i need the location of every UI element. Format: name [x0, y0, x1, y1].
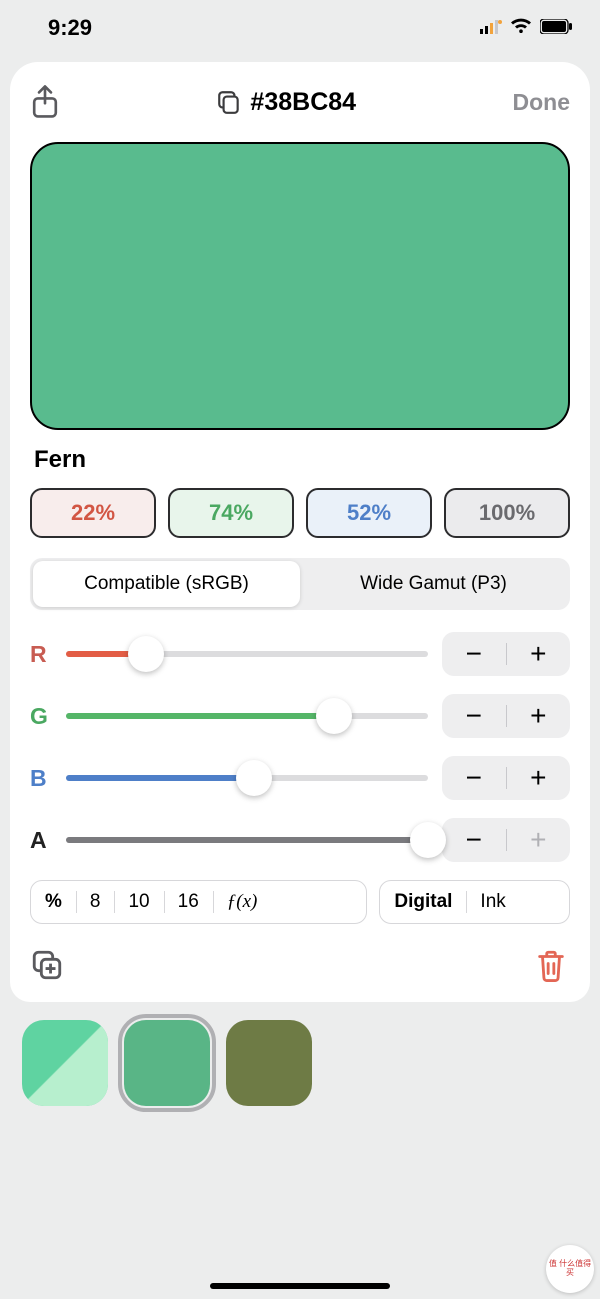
- slider-r-knob[interactable]: [128, 636, 164, 672]
- cellular-icon: [480, 18, 502, 39]
- percent-r[interactable]: 22%: [30, 488, 156, 538]
- stepper-g-minus[interactable]: −: [442, 700, 506, 732]
- palette-swatch-0[interactable]: [22, 1020, 108, 1106]
- format-8[interactable]: 8: [76, 881, 115, 923]
- slider-b-label: B: [30, 765, 52, 792]
- slider-r-label: R: [30, 641, 52, 668]
- color-editor-sheet: #38BC84 Done Fern 22% 74% 52% 100% Compa…: [10, 62, 590, 1002]
- slider-a-knob[interactable]: [410, 822, 446, 858]
- slider-b-knob[interactable]: [236, 760, 272, 796]
- percent-g[interactable]: 74%: [168, 488, 294, 538]
- stepper-b-minus[interactable]: −: [442, 762, 506, 794]
- color-swatch[interactable]: [30, 142, 570, 430]
- stepper-r[interactable]: −+: [442, 632, 570, 676]
- slider-r-track[interactable]: [66, 651, 428, 657]
- wifi-icon: [510, 18, 532, 39]
- stepper-b-plus[interactable]: +: [507, 762, 571, 794]
- stepper-r-minus[interactable]: −: [442, 638, 506, 670]
- duplicate-button[interactable]: [30, 948, 66, 984]
- stepper-a-minus[interactable]: −: [442, 824, 506, 856]
- gamut-segmented[interactable]: Compatible (sRGB) Wide Gamut (P3): [30, 558, 570, 610]
- mode-digital[interactable]: Digital: [380, 881, 466, 923]
- format-16[interactable]: 16: [164, 881, 213, 923]
- stepper-r-plus[interactable]: +: [507, 638, 571, 670]
- stepper-a-plus[interactable]: +: [507, 824, 571, 856]
- action-row: [30, 948, 570, 984]
- slider-r-row: R −+: [30, 632, 570, 676]
- home-indicator[interactable]: [210, 1283, 390, 1289]
- slider-g-track[interactable]: [66, 713, 428, 719]
- status-icons: [480, 18, 572, 39]
- hex-title[interactable]: #38BC84: [216, 88, 356, 117]
- watermark: 值 什么值得买: [546, 1245, 594, 1293]
- format-10[interactable]: 10: [114, 881, 163, 923]
- gamut-wide[interactable]: Wide Gamut (P3): [300, 561, 567, 607]
- slider-b-row: B −+: [30, 756, 570, 800]
- done-button[interactable]: Done: [512, 89, 570, 116]
- stepper-a[interactable]: −+: [442, 818, 570, 862]
- slider-g-knob[interactable]: [316, 698, 352, 734]
- format-fx[interactable]: ƒ(x): [213, 881, 272, 923]
- share-button[interactable]: [30, 84, 60, 120]
- stepper-b[interactable]: −+: [442, 756, 570, 800]
- slider-a-row: A −+: [30, 818, 570, 862]
- copy-icon: [216, 89, 242, 115]
- status-time: 9:29: [48, 15, 92, 41]
- sheet-header: #38BC84 Done: [30, 84, 570, 120]
- delete-button[interactable]: [534, 948, 570, 984]
- percent-b[interactable]: 52%: [306, 488, 432, 538]
- slider-a-label: A: [30, 827, 52, 854]
- format-group[interactable]: % 8 10 16 ƒ(x): [30, 880, 367, 924]
- hex-value: #38BC84: [250, 88, 356, 117]
- color-name: Fern: [34, 446, 570, 474]
- format-percent[interactable]: %: [31, 881, 76, 923]
- format-groups: % 8 10 16 ƒ(x) Digital Ink: [30, 880, 570, 924]
- slider-a-track[interactable]: [66, 837, 428, 843]
- gamut-compatible[interactable]: Compatible (sRGB): [33, 561, 300, 607]
- mode-ink[interactable]: Ink: [466, 881, 519, 923]
- slider-g-label: G: [30, 703, 52, 730]
- stepper-g[interactable]: −+: [442, 694, 570, 738]
- percent-a[interactable]: 100%: [444, 488, 570, 538]
- palette-swatch-1[interactable]: [124, 1020, 210, 1106]
- palette-swatch-2[interactable]: [226, 1020, 312, 1106]
- status-bar: 9:29: [0, 0, 600, 56]
- slider-g-row: G −+: [30, 694, 570, 738]
- percent-row: 22% 74% 52% 100%: [30, 488, 570, 538]
- slider-b-track[interactable]: [66, 775, 428, 781]
- mode-group[interactable]: Digital Ink: [379, 880, 570, 924]
- stepper-g-plus[interactable]: +: [507, 700, 571, 732]
- battery-icon: [540, 18, 572, 39]
- palette-row: [0, 1002, 600, 1106]
